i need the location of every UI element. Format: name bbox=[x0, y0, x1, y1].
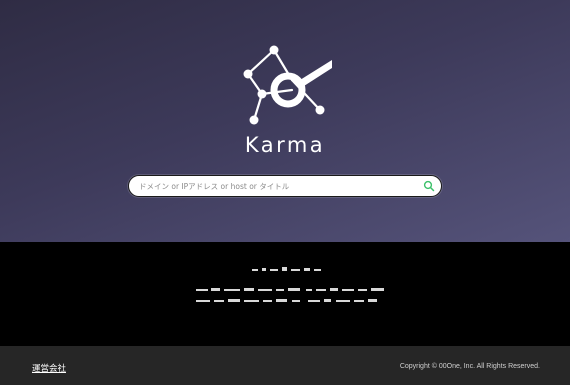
brand-name: Karma bbox=[244, 133, 326, 157]
search-icon[interactable] bbox=[423, 180, 435, 192]
hero-section: Karma bbox=[0, 0, 570, 242]
obscured-heading bbox=[252, 267, 322, 273]
obscured-line-1 bbox=[196, 287, 386, 293]
constellation-magnifier-icon bbox=[243, 45, 332, 125]
info-section bbox=[0, 242, 570, 346]
footer: 運営会社 Copyright © 00One, Inc. All Rights … bbox=[0, 346, 570, 385]
search-input[interactable] bbox=[139, 178, 419, 194]
obscured-line-2 bbox=[196, 298, 386, 304]
search-bar[interactable] bbox=[128, 175, 442, 197]
copyright-text: Copyright © 00One, Inc. All Rights Reser… bbox=[399, 363, 540, 370]
company-link[interactable]: 運営会社 bbox=[32, 362, 66, 374]
